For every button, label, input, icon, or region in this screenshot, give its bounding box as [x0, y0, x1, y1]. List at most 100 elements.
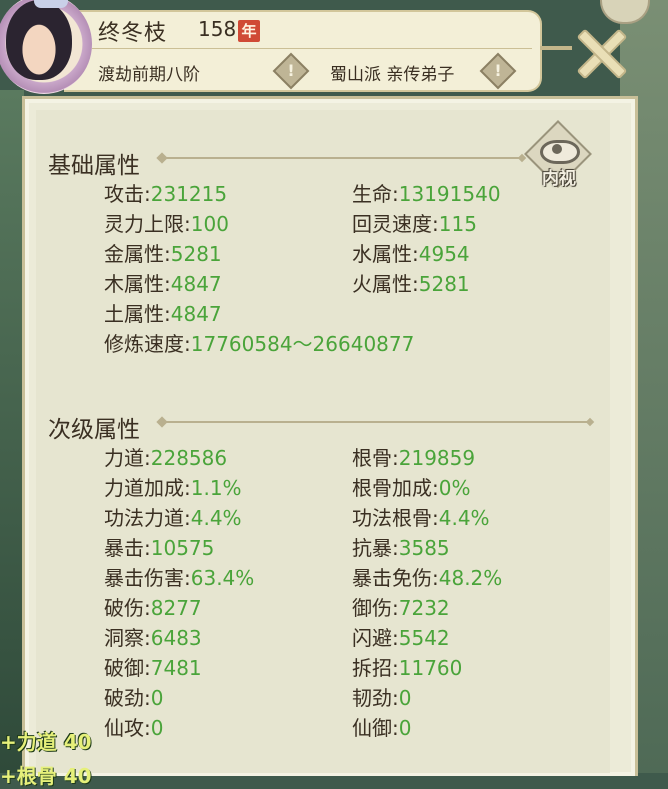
stat-pierce: 破伤:8277 [104, 596, 202, 620]
stat-label: 抗暴 [352, 536, 392, 560]
stat-crit-damage: 暴击伤害:63.4% [104, 566, 255, 590]
close-icon[interactable] [570, 22, 630, 82]
stat-value: 7232 [398, 596, 450, 620]
stat-label: 根骨加成 [352, 476, 432, 500]
stat-value: 3585 [398, 536, 450, 560]
stat-value: 100 [190, 212, 229, 236]
stat-value: 228586 [150, 446, 228, 470]
stat-damage-guard: 御伤:7232 [352, 596, 450, 620]
stat-value: 17760584～26640877 [190, 332, 415, 356]
stat-tenacity: 韧劲:0 [352, 686, 412, 710]
stat-label: 根骨 [352, 446, 392, 470]
stat-value: 6483 [150, 626, 202, 650]
stat-label: 韧劲 [352, 686, 392, 710]
stat-value: 4954 [418, 242, 470, 266]
warn-glyph: ! [494, 61, 502, 80]
stat-value: 63.4% [190, 566, 255, 590]
section-divider [162, 157, 522, 159]
stat-label: 火属性 [352, 272, 412, 296]
stat-value: 48.2% [438, 566, 503, 590]
stat-spirit-regen: 回灵速度:115 [352, 212, 477, 236]
stat-label: 功法根骨 [352, 506, 432, 530]
stat-label: 力道 [104, 446, 144, 470]
stat-value: 0 [398, 716, 412, 740]
hair-ornament-icon [34, 0, 68, 8]
stat-label: 仙御 [352, 716, 392, 740]
stat-label: 暴击 [104, 536, 144, 560]
stat-value: 4847 [170, 302, 222, 326]
stat-label: 攻击 [104, 182, 144, 206]
age-badge: 年 [238, 20, 260, 42]
stat-parry: 拆招:11760 [352, 656, 463, 680]
stat-value: 7481 [150, 656, 202, 680]
stat-crit: 暴击:10575 [104, 536, 215, 560]
stat-value: 11760 [398, 656, 463, 680]
stat-value: 13191540 [398, 182, 501, 206]
stat-constitution-bonus: 根骨加成:0% [352, 476, 471, 500]
stat-value: 5281 [418, 272, 470, 296]
stat-technique-constitution: 功法根骨:4.4% [352, 506, 490, 530]
stat-attack: 攻击:231215 [104, 182, 228, 206]
stat-strength: 力道:228586 [104, 446, 228, 470]
section-divider [162, 421, 590, 423]
stat-label: 仙攻 [104, 716, 144, 740]
stat-wood: 木属性:4847 [104, 272, 222, 296]
stat-label: 闪避 [352, 626, 392, 650]
stat-break-tenacity: 破劲:0 [104, 686, 164, 710]
stat-value: 219859 [398, 446, 476, 470]
inner-view-label: 内视 [542, 169, 576, 189]
stat-label: 修炼速度 [104, 332, 184, 356]
stat-cultivation-speed: 修炼速度:17760584～26640877 [104, 332, 415, 356]
eye-pupil [552, 144, 562, 154]
floating-buff-text: +根骨 40 [0, 764, 92, 788]
stat-constitution: 根骨:219859 [352, 446, 476, 470]
stat-value: 0 [398, 686, 412, 710]
stat-value: 4.4% [438, 506, 490, 530]
stat-label: 破御 [104, 656, 144, 680]
basic-attributes-title: 基础属性 [48, 153, 140, 179]
header-divider [92, 48, 532, 49]
stat-label: 暴击免伤 [352, 566, 432, 590]
stat-dodge: 闪避:5542 [352, 626, 450, 650]
stat-crit-resist: 抗暴:3585 [352, 536, 450, 560]
stat-water: 水属性:4954 [352, 242, 470, 266]
stat-value: 5281 [170, 242, 222, 266]
stat-strength-bonus: 力道加成:1.1% [104, 476, 242, 500]
stat-hp: 生命:13191540 [352, 182, 501, 206]
stat-label: 灵力上限 [104, 212, 184, 236]
stat-label: 水属性 [352, 242, 412, 266]
stat-immortal-attack: 仙攻:0 [104, 716, 164, 740]
stat-fire: 火属性:5281 [352, 272, 470, 296]
character-name: 终冬枝 [98, 21, 168, 46]
stat-label: 金属性 [104, 242, 164, 266]
sect-rank: 蜀山派 亲传弟子 [330, 65, 455, 85]
stat-label: 生命 [352, 182, 392, 206]
warn-glyph: ! [287, 61, 295, 80]
background-scenery-left [0, 90, 24, 773]
avatar-portrait [6, 0, 72, 80]
character-age: 158 [198, 17, 237, 41]
character-header: 终冬枝 158 年 渡劫前期八阶 ! 蜀山派 亲传弟子 ! [0, 0, 560, 94]
stat-metal: 金属性:5281 [104, 242, 222, 266]
stat-label: 破劲 [104, 686, 144, 710]
inner-view-button[interactable]: 内视 [524, 120, 592, 190]
stat-value: 4.4% [190, 506, 242, 530]
stat-earth: 土属性:4847 [104, 302, 222, 326]
stat-value: 115 [438, 212, 477, 236]
stat-value: 8277 [150, 596, 202, 620]
stat-label: 力道加成 [104, 476, 184, 500]
stat-label: 功法力道 [104, 506, 184, 530]
stat-label: 暴击伤害 [104, 566, 184, 590]
stat-value: 1.1% [190, 476, 242, 500]
stat-insight: 洞察:6483 [104, 626, 202, 650]
stat-label: 木属性 [104, 272, 164, 296]
stat-value: 4847 [170, 272, 222, 296]
stat-label: 回灵速度 [352, 212, 432, 236]
stat-label: 拆招 [352, 656, 392, 680]
stat-immortal-defense: 仙御:0 [352, 716, 412, 740]
stat-max-spirit: 灵力上限:100 [104, 212, 229, 236]
secondary-attributes-title: 次级属性 [48, 417, 140, 443]
floating-buff-text: +力道 40 [0, 730, 92, 754]
stat-value: 10575 [150, 536, 215, 560]
stat-technique-strength: 功法力道:4.4% [104, 506, 242, 530]
